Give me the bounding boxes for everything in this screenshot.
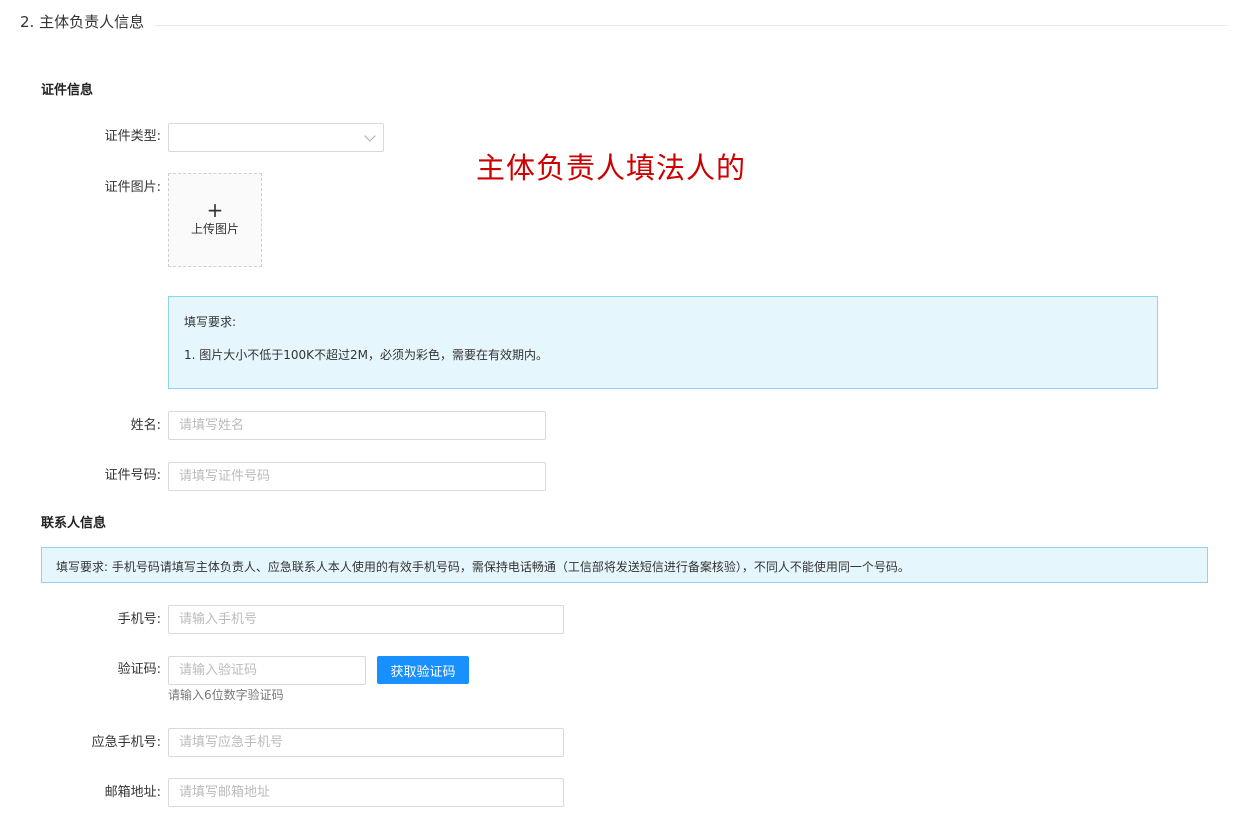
- plus-icon: +: [206, 198, 224, 222]
- name-input[interactable]: [168, 411, 546, 440]
- cert-number-label: 证件号码:: [104, 468, 161, 483]
- emergency-phone-input[interactable]: [168, 728, 564, 757]
- cert-number-input[interactable]: [168, 462, 546, 491]
- upload-label: 上传图片: [190, 222, 239, 236]
- phone-label: 手机号:: [117, 612, 161, 627]
- contact-requirement-notice: 填写要求: 手机号码请填写主体负责人、应急联系人本人使用的有效手机号码，需保持电…: [41, 547, 1208, 583]
- cert-subtitle: 证件信息: [41, 83, 94, 98]
- email-input[interactable]: [168, 778, 564, 807]
- code-input[interactable]: [168, 656, 366, 685]
- emergency-phone-label: 应急手机号:: [91, 735, 161, 750]
- phone-input[interactable]: [168, 605, 564, 634]
- code-label: 验证码:: [117, 662, 161, 677]
- contact-notice-text: 填写要求: 手机号码请填写主体负责人、应急联系人本人使用的有效手机号码，需保持电…: [56, 560, 910, 574]
- notice-title: 填写要求:: [184, 315, 237, 329]
- cert-requirement-notice: 填写要求: 1. 图片大小不低于100K不超过2M，必须为彩色，需要在有效期内。: [168, 296, 1158, 389]
- contact-subtitle: 联系人信息: [41, 516, 107, 531]
- section-divider: [155, 25, 1228, 26]
- code-hint: 请输入6位数字验证码: [168, 688, 284, 702]
- section-title: 2. 主体负责人信息: [20, 13, 145, 31]
- name-label: 姓名:: [130, 418, 161, 433]
- chevron-down-icon: [364, 130, 376, 142]
- email-label: 邮箱地址:: [104, 785, 161, 800]
- get-code-button[interactable]: 获取验证码: [377, 656, 469, 684]
- red-annotation: 主体负责人填法人的: [476, 151, 747, 185]
- upload-image-button[interactable]: + 上传图片: [168, 173, 262, 267]
- cert-type-label: 证件类型:: [104, 129, 161, 144]
- cert-type-select[interactable]: [168, 123, 384, 152]
- notice-line: 1. 图片大小不低于100K不超过2M，必须为彩色，需要在有效期内。: [184, 348, 549, 362]
- cert-image-label: 证件图片:: [104, 180, 161, 195]
